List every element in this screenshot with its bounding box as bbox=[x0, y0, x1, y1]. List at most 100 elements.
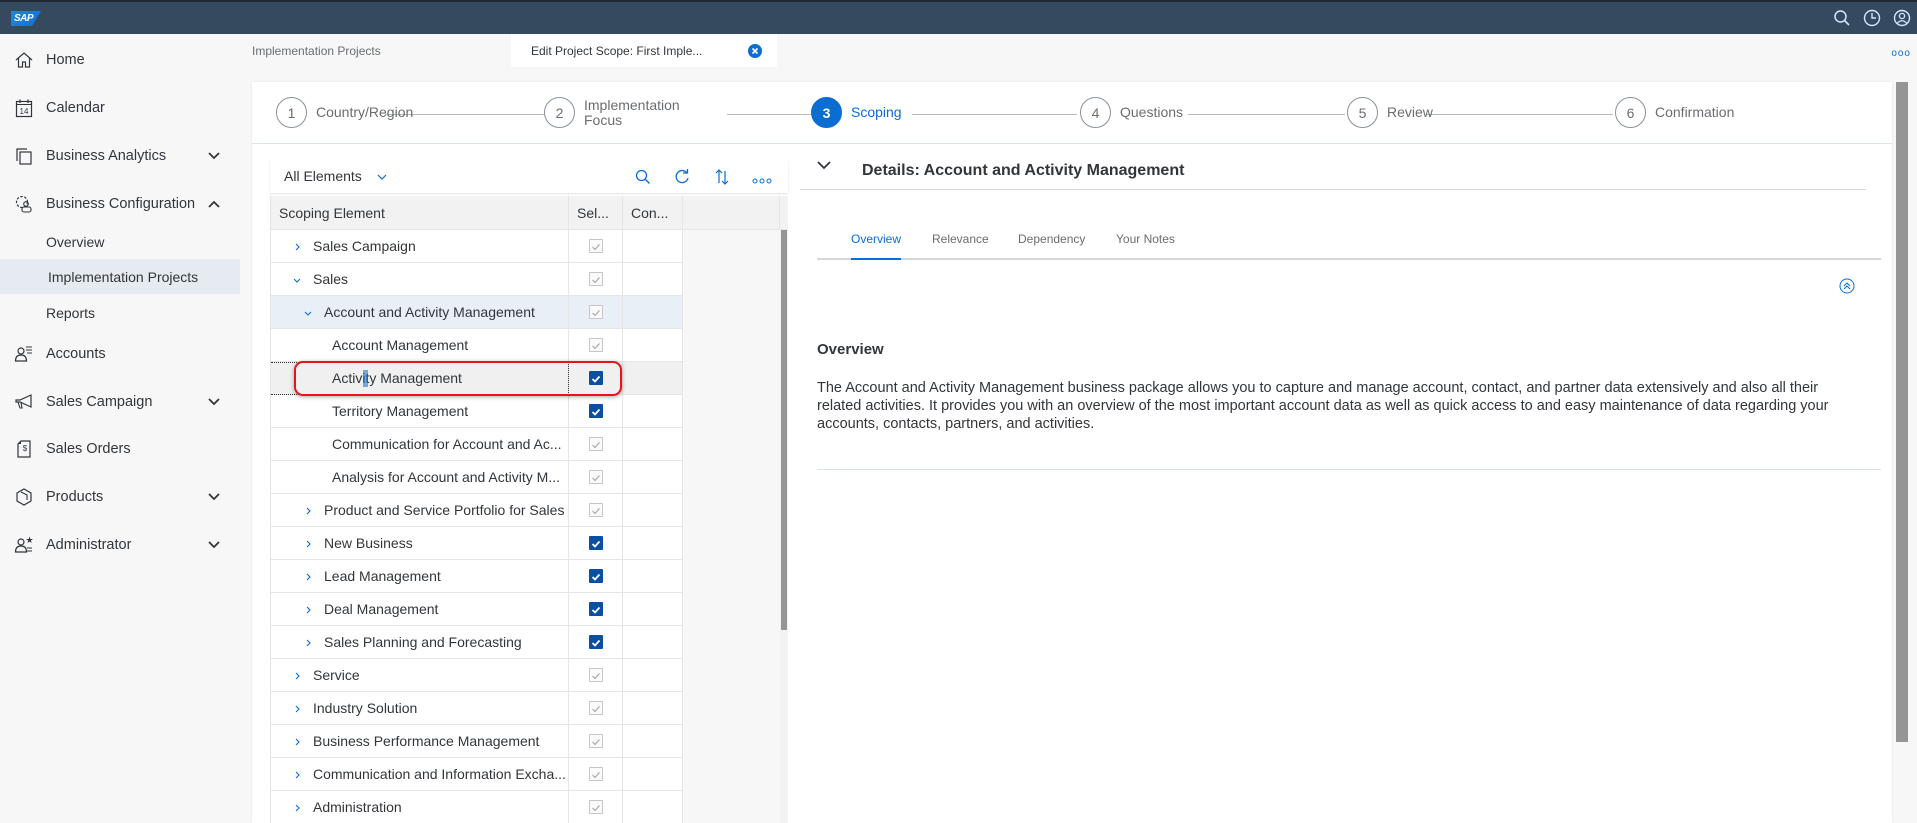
scoping-element-cell[interactable]: Lead Management bbox=[271, 560, 569, 592]
chevron-up-icon[interactable] bbox=[207, 197, 221, 211]
table-row[interactable]: Territory Management bbox=[271, 395, 683, 428]
wizard-step-2[interactable]: 2 Implementation Focus bbox=[544, 97, 694, 128]
user-icon[interactable] bbox=[1893, 9, 1911, 27]
nav-item-administrator[interactable]: ★ Administrator bbox=[0, 525, 240, 565]
close-tab-icon[interactable] bbox=[748, 44, 762, 58]
scoping-element-cell[interactable]: Sales Campaign bbox=[271, 230, 569, 262]
table-row[interactable]: New Business bbox=[271, 527, 683, 560]
scoping-element-cell[interactable]: Communication for Account and Ac... bbox=[271, 428, 569, 460]
table-row[interactable]: Sales bbox=[271, 263, 683, 296]
nav-subitem-overview[interactable]: Overview bbox=[0, 224, 240, 259]
search-icon[interactable] bbox=[1833, 9, 1851, 27]
chevron-right-icon[interactable] bbox=[302, 603, 314, 615]
chevron-right-icon[interactable] bbox=[291, 801, 303, 813]
nav-item-products[interactable]: Products bbox=[0, 477, 240, 517]
select-checkbox[interactable] bbox=[589, 635, 603, 649]
nav-item-calendar[interactable]: 14 Calendar bbox=[0, 88, 240, 128]
table-row[interactable]: Lead Management bbox=[271, 560, 683, 593]
search-icon[interactable] bbox=[634, 168, 652, 186]
scoping-element-cell[interactable]: New Business bbox=[271, 527, 569, 559]
chevron-down-icon[interactable] bbox=[207, 395, 221, 409]
page-scrollbar[interactable] bbox=[1896, 82, 1908, 742]
chevron-right-icon[interactable] bbox=[291, 735, 303, 747]
table-row[interactable]: Deal Management bbox=[271, 593, 683, 626]
table-row[interactable]: Service bbox=[271, 659, 683, 692]
element-filter-select[interactable]: All Elements bbox=[284, 168, 388, 184]
table-row[interactable]: Business Performance Management bbox=[271, 725, 683, 758]
nav-subitem-implementation-projects[interactable]: Implementation Projects bbox=[0, 259, 240, 294]
nav-item-home[interactable]: Home bbox=[0, 40, 240, 80]
wizard-step-3[interactable]: 3 Scoping bbox=[811, 97, 902, 128]
table-row[interactable]: Administration bbox=[271, 791, 683, 823]
table-row[interactable]: Account and Activity Management bbox=[271, 296, 683, 329]
history-icon[interactable] bbox=[1863, 9, 1881, 27]
select-checkbox[interactable] bbox=[589, 569, 603, 583]
sort-icon[interactable] bbox=[713, 168, 731, 186]
sap-logo[interactable]: SAP bbox=[11, 11, 41, 26]
table-row[interactable]: Communication for Account and Ac... bbox=[271, 428, 683, 461]
column-header-content[interactable]: Con... bbox=[623, 196, 683, 230]
scrollbar-thumb[interactable] bbox=[781, 230, 787, 630]
tab-edit-project-scope[interactable]: Edit Project Scope: First Imple... bbox=[511, 34, 777, 67]
wizard-step-6[interactable]: 6 Confirmation bbox=[1615, 97, 1734, 128]
column-header-selected[interactable]: Sel... bbox=[569, 196, 623, 230]
table-row[interactable]: Product and Service Portfolio for Sales bbox=[271, 494, 683, 527]
scoping-element-cell[interactable]: Deal Management bbox=[271, 593, 569, 625]
chevron-right-icon[interactable] bbox=[302, 504, 314, 516]
table-row[interactable]: Industry Solution bbox=[271, 692, 683, 725]
scoping-element-cell[interactable]: Activity Management bbox=[271, 362, 569, 394]
table-row[interactable]: Sales Planning and Forecasting bbox=[271, 626, 683, 659]
more-options-icon[interactable] bbox=[752, 172, 772, 190]
scoping-element-cell[interactable]: Business Performance Management bbox=[271, 725, 569, 757]
scoping-element-cell[interactable]: Analysis for Account and Activity M... bbox=[271, 461, 569, 493]
tab-relevance[interactable]: Relevance bbox=[932, 232, 989, 260]
scoping-element-cell[interactable]: Sales Planning and Forecasting bbox=[271, 626, 569, 658]
tab-implementation-projects[interactable]: Implementation Projects bbox=[252, 34, 507, 67]
wizard-step-1[interactable]: 1 Country/Region bbox=[276, 97, 413, 128]
refresh-icon[interactable] bbox=[673, 168, 691, 186]
select-checkbox[interactable] bbox=[589, 371, 603, 385]
scoping-element-cell[interactable]: Service bbox=[271, 659, 569, 691]
chevron-right-icon[interactable] bbox=[302, 570, 314, 582]
chevron-right-icon[interactable] bbox=[291, 240, 303, 252]
table-row[interactable]: Account Management bbox=[271, 329, 683, 362]
scoping-element-cell[interactable]: Industry Solution bbox=[271, 692, 569, 724]
chevron-right-icon[interactable] bbox=[291, 702, 303, 714]
chevron-right-icon[interactable] bbox=[302, 636, 314, 648]
table-row[interactable]: Sales Campaign bbox=[271, 230, 683, 263]
wizard-step-5[interactable]: 5 Review bbox=[1347, 97, 1433, 128]
nav-subitem-reports[interactable]: Reports bbox=[0, 295, 240, 330]
wizard-step-4[interactable]: 4 Questions bbox=[1080, 97, 1183, 128]
select-checkbox[interactable] bbox=[589, 536, 603, 550]
chevron-down-icon[interactable] bbox=[207, 149, 221, 163]
table-row[interactable]: Communication and Information Excha... bbox=[271, 758, 683, 791]
chevron-right-icon[interactable] bbox=[291, 768, 303, 780]
scoping-element-cell[interactable]: Territory Management bbox=[271, 395, 569, 427]
chevron-right-icon[interactable] bbox=[302, 537, 314, 549]
select-checkbox[interactable] bbox=[589, 602, 603, 616]
tab-dependency[interactable]: Dependency bbox=[1018, 232, 1085, 260]
table-row[interactable]: Activity Management bbox=[271, 362, 683, 395]
tab-your-notes[interactable]: Your Notes bbox=[1116, 232, 1175, 260]
table-row[interactable]: Analysis for Account and Activity M... bbox=[271, 461, 683, 494]
tab-overview[interactable]: Overview bbox=[851, 232, 902, 260]
nav-item-sales-campaign[interactable]: Sales Campaign bbox=[0, 382, 240, 422]
nav-item-business-analytics[interactable]: Business Analytics bbox=[0, 136, 240, 176]
scoping-element-cell[interactable]: Communication and Information Excha... bbox=[271, 758, 569, 790]
tree-scrollbar[interactable] bbox=[780, 230, 788, 823]
scoping-element-cell[interactable]: Account and Activity Management bbox=[271, 296, 569, 328]
column-header-scoping-element[interactable]: Scoping Element bbox=[271, 196, 569, 230]
collapse-section-icon[interactable] bbox=[1839, 278, 1855, 294]
select-checkbox[interactable] bbox=[589, 404, 603, 418]
scoping-element-cell[interactable]: Account Management bbox=[271, 329, 569, 361]
nav-item-accounts[interactable]: Accounts bbox=[0, 334, 240, 374]
chevron-down-icon[interactable] bbox=[302, 306, 314, 318]
scoping-element-cell[interactable]: Product and Service Portfolio for Sales bbox=[271, 494, 569, 526]
collapse-details-icon[interactable] bbox=[816, 158, 832, 170]
chevron-down-icon[interactable] bbox=[207, 538, 221, 552]
nav-item-business-configuration[interactable]: Business Configuration bbox=[0, 184, 240, 224]
chevron-down-icon[interactable] bbox=[207, 490, 221, 504]
chevron-right-icon[interactable] bbox=[291, 669, 303, 681]
scoping-element-cell[interactable]: Administration bbox=[271, 791, 569, 823]
scoping-element-cell[interactable]: Sales bbox=[271, 263, 569, 295]
